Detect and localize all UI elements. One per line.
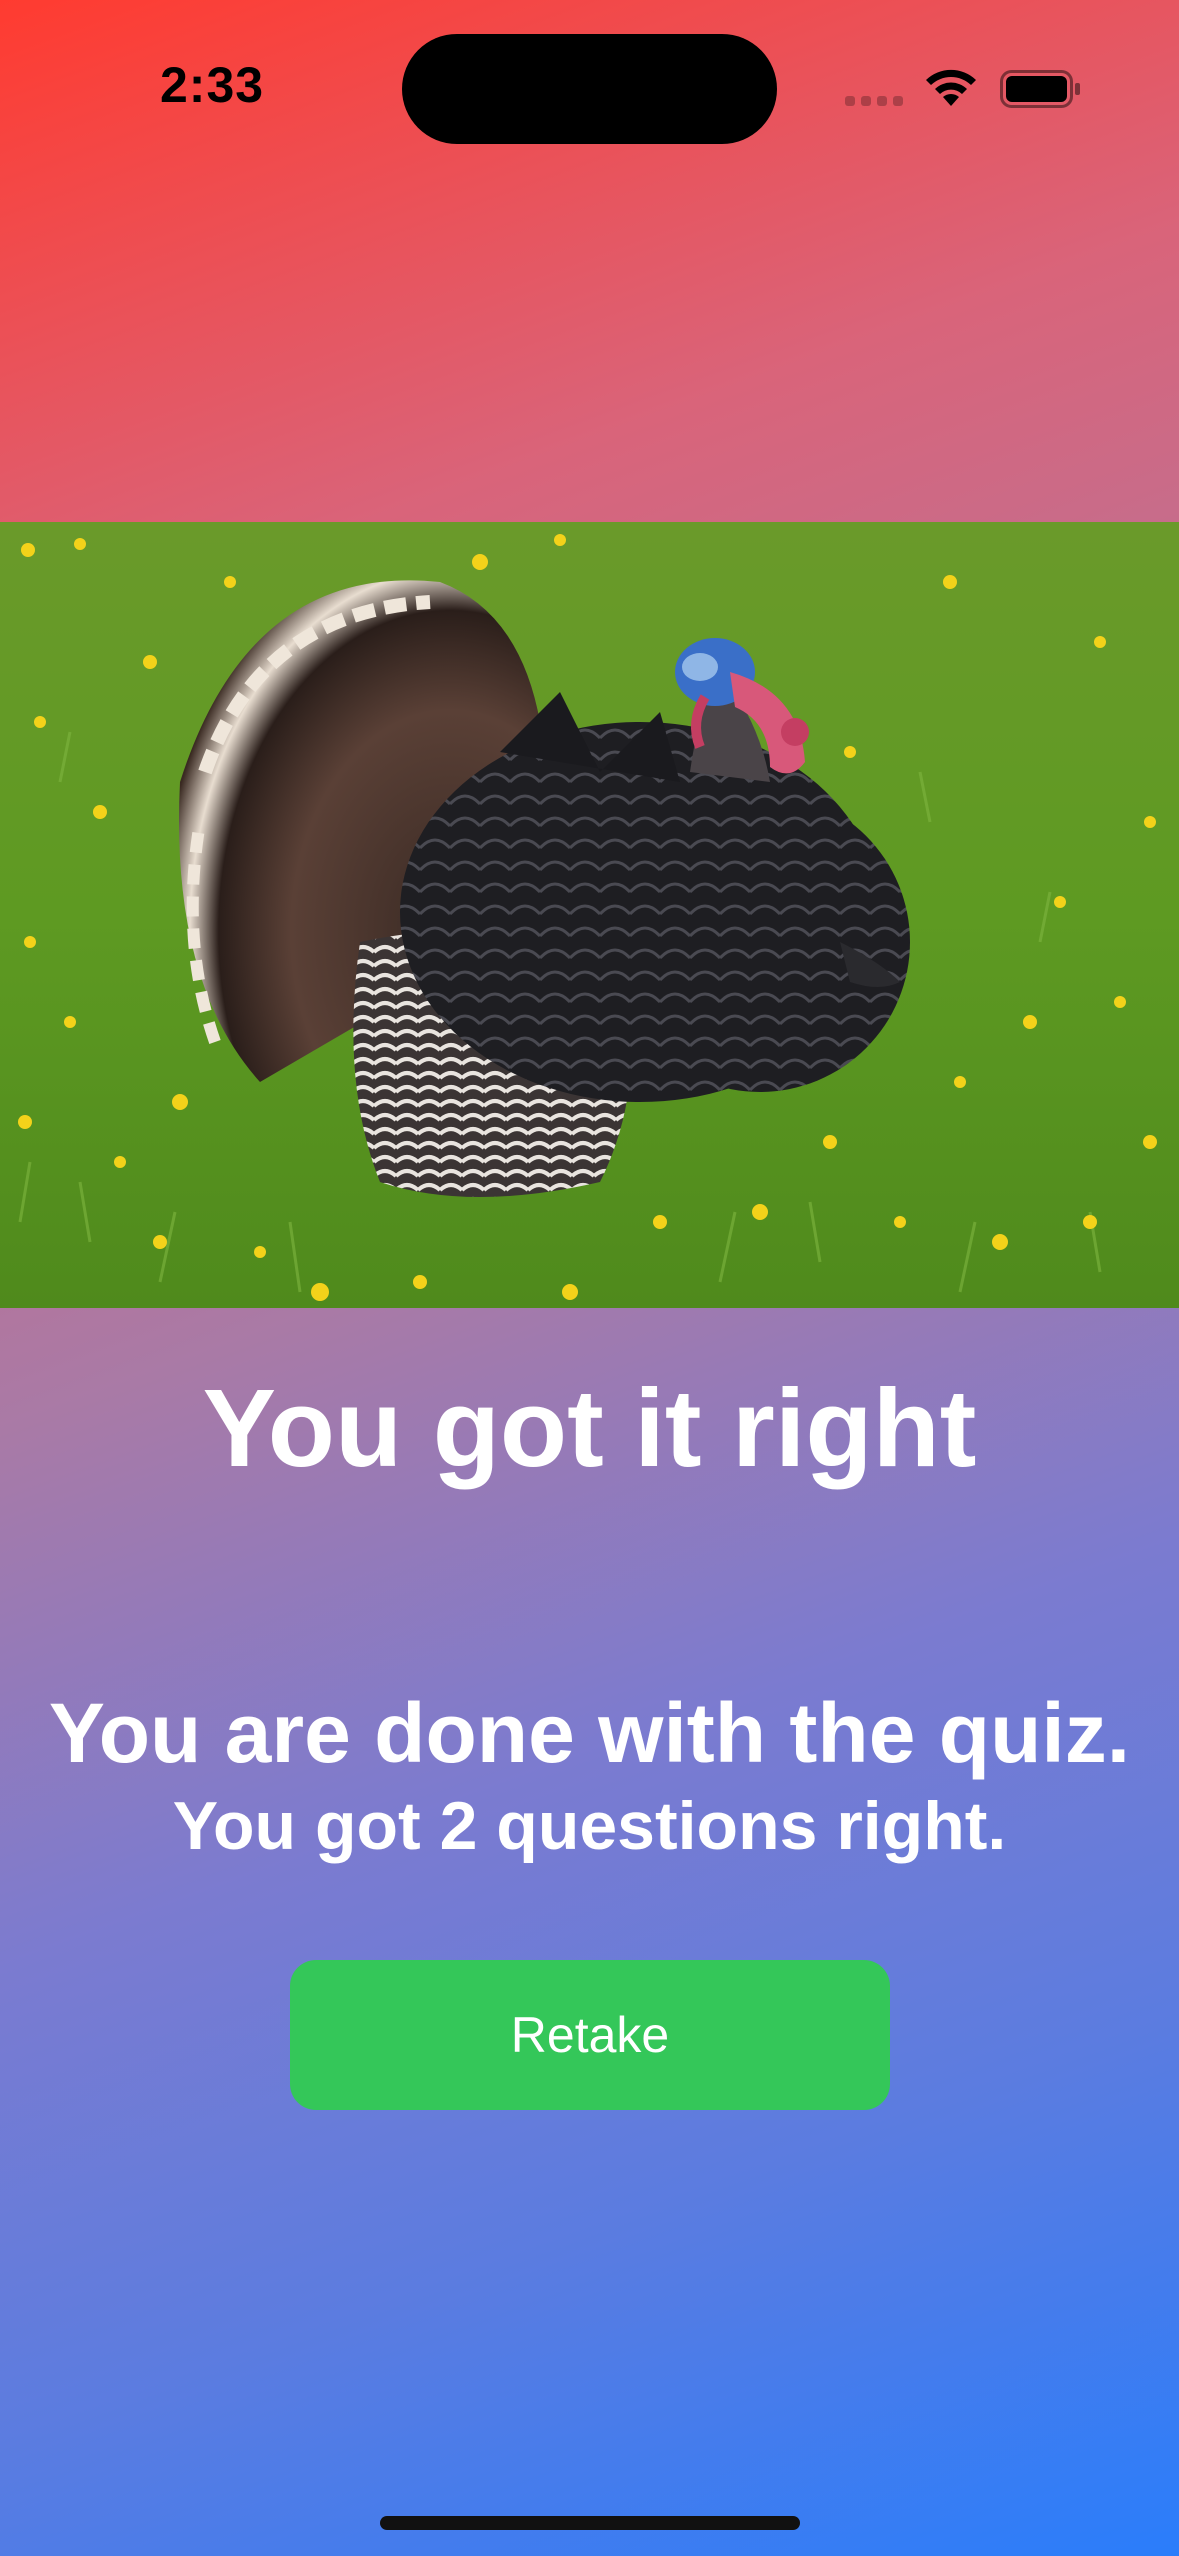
dynamic-island: [402, 34, 777, 144]
cellular-signal-icon: [845, 96, 905, 108]
home-indicator[interactable]: [380, 2516, 800, 2530]
wifi-icon: [923, 66, 979, 110]
retake-button[interactable]: Retake: [290, 1960, 890, 2110]
result-title: You got it right: [202, 1367, 977, 1490]
status-time: 2:33: [160, 57, 265, 113]
battery-icon: [1000, 70, 1082, 108]
quiz-done-message: You are done with the quiz.: [48, 1686, 1131, 1780]
status-bar: 2:33: [0, 0, 1179, 170]
turkey-photo: [0, 522, 1179, 1308]
score-message: You got 2 questions right.: [172, 1788, 1007, 1864]
retake-button-label: Retake: [510, 2007, 670, 2063]
